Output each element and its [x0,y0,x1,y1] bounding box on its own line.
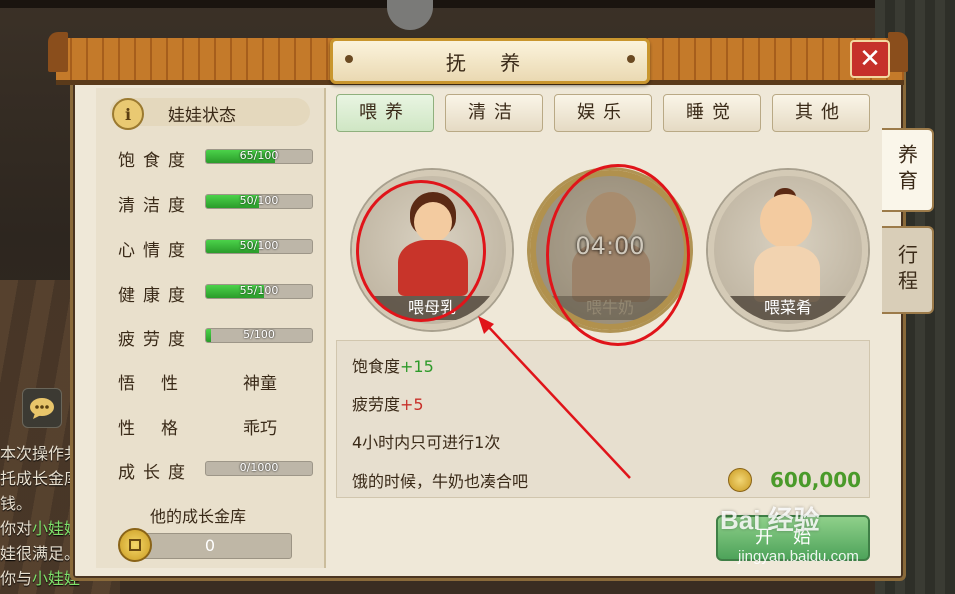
chat-line: 本次操作共 [0,444,81,463]
roof-edge-right [888,32,908,72]
vault-title: 他的成长金库 [150,507,247,526]
watermark-url: jingyan.baidu.com [738,548,859,565]
bar-growth: 0/1000 [205,461,313,476]
stat-label-satiety: 饱食度 [118,151,193,171]
chat-line: 你对小娃娃 [0,519,81,538]
annotation-arrow [478,316,631,479]
figure-head [760,194,812,248]
stat-label-cleanliness: 清洁度 [118,196,193,216]
price: 600,000 [770,468,862,492]
stat-label-mood: 心情度 [118,241,193,261]
side-tab-nurture[interactable]: 养育 [882,128,934,212]
annotation-circle [356,180,486,322]
bar-text: 65/100 [239,149,279,162]
tab-feed[interactable]: 喂养 [336,94,434,132]
bar-satiety: 65/100 [205,149,313,164]
effect-name: 疲劳度 [352,395,401,414]
top-bar [0,0,955,8]
side-tab-itinerary[interactable]: 行程 [882,226,934,314]
bar-mood: 50/100 [205,239,313,254]
window-title: 抚 养 [445,50,535,75]
coin-add-icon[interactable] [118,528,152,562]
bar-text: 50/100 [239,194,279,207]
effect-delta: +5 [400,395,424,414]
roof-edge-left [48,32,68,72]
tab-sleep[interactable]: 睡觉 [663,94,761,132]
bar-text: 0/1000 [239,461,279,474]
food-label: 喂菜肴 [714,296,862,320]
chat-bubble-icon[interactable] [22,388,62,428]
stat-label-growth: 成长度 [118,463,193,483]
stat-label-fatigue: 疲劳度 [118,330,193,350]
status-title: 娃娃状态 [168,106,236,126]
stat-label-xingge: 性格 [118,419,204,439]
chat-line: 托成长金库 [0,469,81,488]
watermark: Bai 经验 [720,505,820,535]
bar-fatigue: 5/100 [205,328,313,343]
figure-body [754,246,820,302]
vault-value: 0 [128,533,292,559]
bar-text: 55/100 [239,284,279,297]
tab-play[interactable]: 娱乐 [554,94,652,132]
tab-other[interactable]: 其他 [772,94,870,132]
bar-text: 50/100 [239,239,279,252]
chat-line: 娃很满足。 [0,544,81,563]
bar-cleanliness: 50/100 [205,194,313,209]
plaque-dot [345,55,353,63]
effect-satiety: 饱食度+15 [352,353,434,377]
coin-icon [728,468,752,492]
effect-delta: +15 [400,357,434,376]
stat-label-health: 健康度 [118,286,193,306]
bar-health: 55/100 [205,284,313,299]
close-button[interactable]: ✕ [850,40,890,78]
stat-value-wuxing: 神童 [243,374,277,394]
plaque-dot [627,55,635,63]
chat-line: 钱。 [0,494,33,513]
stat-value-xingge: 乖巧 [243,419,277,439]
bar-text: 5/100 [243,328,275,341]
effect-fatigue: 疲劳度+5 [352,391,424,415]
food-dish[interactable]: 喂菜肴 [708,170,868,330]
info-icon[interactable]: i [112,98,144,130]
window-title-plaque: 抚 养 [330,38,650,84]
stat-label-wuxing: 悟性 [118,374,204,394]
chat-line: 你与小娃娃 [0,569,81,588]
tab-clean[interactable]: 清洁 [445,94,543,132]
effect-name: 饱食度 [352,357,401,376]
